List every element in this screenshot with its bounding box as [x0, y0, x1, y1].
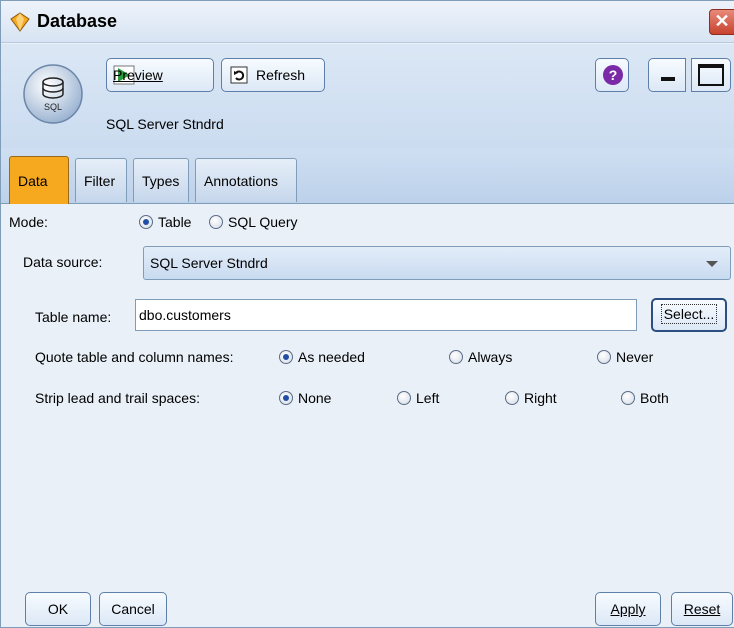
node-name: SQL Server Stndrd [106, 116, 224, 132]
radio-unselected-icon [397, 391, 411, 405]
mode-table-label: Table [158, 214, 192, 230]
strip-none-label: None [298, 390, 332, 406]
cancel-button[interactable]: Cancel [99, 592, 167, 626]
database-node-icon [10, 12, 30, 32]
mode-table-radio[interactable]: Table [139, 214, 191, 230]
quote-always-radio[interactable]: Always [449, 349, 512, 365]
mode-label: Mode: [9, 214, 48, 230]
reset-button[interactable]: Reset [671, 592, 733, 626]
preview-label: Preview [113, 67, 163, 83]
quote-as-needed-radio[interactable]: As needed [279, 349, 365, 365]
tab-data[interactable]: Data [9, 156, 69, 205]
sql-node-icon: SQL [23, 64, 83, 124]
radio-unselected-icon [209, 215, 223, 229]
strip-none-radio[interactable]: None [279, 390, 331, 406]
strip-left-label: Left [416, 390, 440, 406]
strip-both-label: Both [640, 390, 669, 406]
tab-filter[interactable]: Filter [75, 158, 127, 202]
strip-right-radio[interactable]: Right [505, 390, 557, 406]
preview-button[interactable]: Preview [106, 58, 214, 92]
data-source-dropdown[interactable]: SQL Server Stndrd [143, 246, 731, 280]
minimize-button[interactable] [648, 58, 686, 92]
table-name-label: Table name: [35, 309, 112, 325]
strip-left-radio[interactable]: Left [397, 390, 439, 406]
maximize-icon [698, 64, 724, 86]
maximize-button[interactable] [691, 58, 731, 92]
apply-button[interactable]: Apply [595, 592, 661, 626]
radio-selected-icon [279, 391, 293, 405]
table-name-input[interactable]: dbo.customers [135, 299, 637, 331]
select-table-label: Select... [660, 304, 718, 324]
refresh-button[interactable]: Refresh [221, 58, 325, 92]
mode-sql-query-label: SQL Query [228, 214, 298, 230]
data-source-value: SQL Server Stndrd [150, 255, 268, 271]
ok-button[interactable]: OK [25, 592, 91, 626]
window-title: Database [37, 11, 118, 31]
sql-node-label: SQL [44, 102, 62, 112]
radio-selected-icon [279, 350, 293, 364]
mode-sql-query-radio[interactable]: SQL Query [209, 214, 298, 230]
quote-never-label: Never [616, 349, 654, 365]
node-header: SQL Preview Refresh ? SQL Server Stndrd [1, 44, 734, 148]
tab-bar: Data Filter Types Annotations [1, 148, 734, 205]
data-source-label: Data source: [23, 254, 103, 270]
radio-unselected-icon [449, 350, 463, 364]
chevron-down-icon [706, 261, 718, 267]
quote-always-label: Always [468, 349, 513, 365]
quote-names-label: Quote table and column names: [35, 349, 234, 365]
close-button[interactable]: ✕ [709, 9, 734, 35]
refresh-icon [230, 66, 248, 84]
quote-never-radio[interactable]: Never [597, 349, 653, 365]
tab-annotations[interactable]: Annotations [195, 158, 297, 202]
radio-unselected-icon [597, 350, 611, 364]
strip-both-radio[interactable]: Both [621, 390, 669, 406]
help-icon: ? [603, 65, 623, 85]
title-bar: Database ✕ [1, 1, 734, 43]
minimize-icon [661, 77, 675, 81]
radio-unselected-icon [505, 391, 519, 405]
tab-types[interactable]: Types [133, 158, 189, 202]
radio-unselected-icon [621, 391, 635, 405]
database-dialog: Database ✕ SQL Preview Refresh ? SQL Ser… [0, 0, 734, 628]
strip-spaces-label: Strip lead and trail spaces: [35, 390, 200, 406]
select-table-button[interactable]: Select... [651, 298, 727, 332]
strip-right-label: Right [524, 390, 557, 406]
quote-as-needed-label: As needed [298, 349, 365, 365]
refresh-label: Refresh [256, 67, 306, 83]
radio-selected-icon [139, 215, 153, 229]
close-icon: ✕ [714, 11, 730, 31]
data-tab-content: Mode: Table SQL Query Data source: SQL S… [1, 204, 734, 627]
help-button[interactable]: ? [595, 58, 629, 92]
